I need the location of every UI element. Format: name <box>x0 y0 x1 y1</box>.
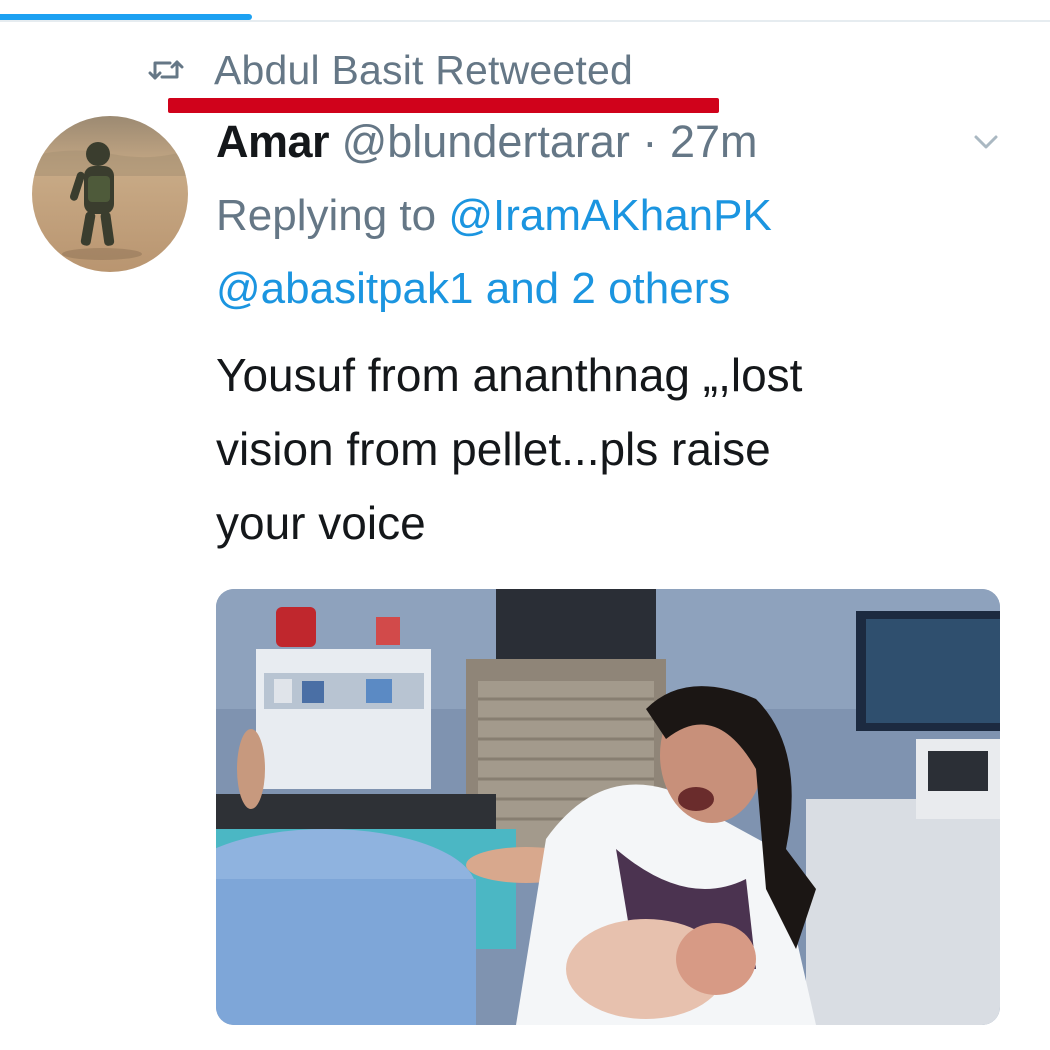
retweet-icon <box>148 55 184 85</box>
reply-mention-link[interactable]: @IramAKhanPK <box>448 191 771 240</box>
tweet-header: Amar @blundertarar · 27m <box>216 114 757 170</box>
tweet-body: Yousuf from ananthnag „,lost vision from… <box>216 338 976 560</box>
tweet-text-line: your voice <box>216 497 426 549</box>
tweet-text-line: Yousuf from ananthnag „,lost <box>216 349 803 401</box>
reply-mention-link[interactable]: @abasitpak1 <box>216 264 474 313</box>
display-name[interactable]: Amar <box>216 116 330 167</box>
top-divider <box>0 20 1050 22</box>
active-tab-indicator <box>0 14 252 20</box>
annotation-underline <box>168 98 719 113</box>
reply-others-link[interactable]: and 2 others <box>486 264 731 313</box>
tweet-media-image[interactable] <box>216 589 1000 1025</box>
replying-to-line: Replying to @IramAKhanPK <box>216 188 772 244</box>
timestamp[interactable]: 27m <box>670 116 758 167</box>
retweet-context[interactable]: Abdul Basit Retweeted <box>148 44 633 96</box>
retweet-label[interactable]: Abdul Basit Retweeted <box>214 47 633 94</box>
replying-prefix: Replying to <box>216 191 437 240</box>
separator-dot: · <box>642 116 658 167</box>
replying-to-line-2: @abasitpak1 and 2 others <box>216 261 730 317</box>
user-handle[interactable]: @blundertarar <box>342 116 630 167</box>
avatar[interactable] <box>32 116 188 272</box>
chevron-down-icon[interactable] <box>968 130 1004 154</box>
tweet-text-line: vision from pellet...pls raise <box>216 423 771 475</box>
